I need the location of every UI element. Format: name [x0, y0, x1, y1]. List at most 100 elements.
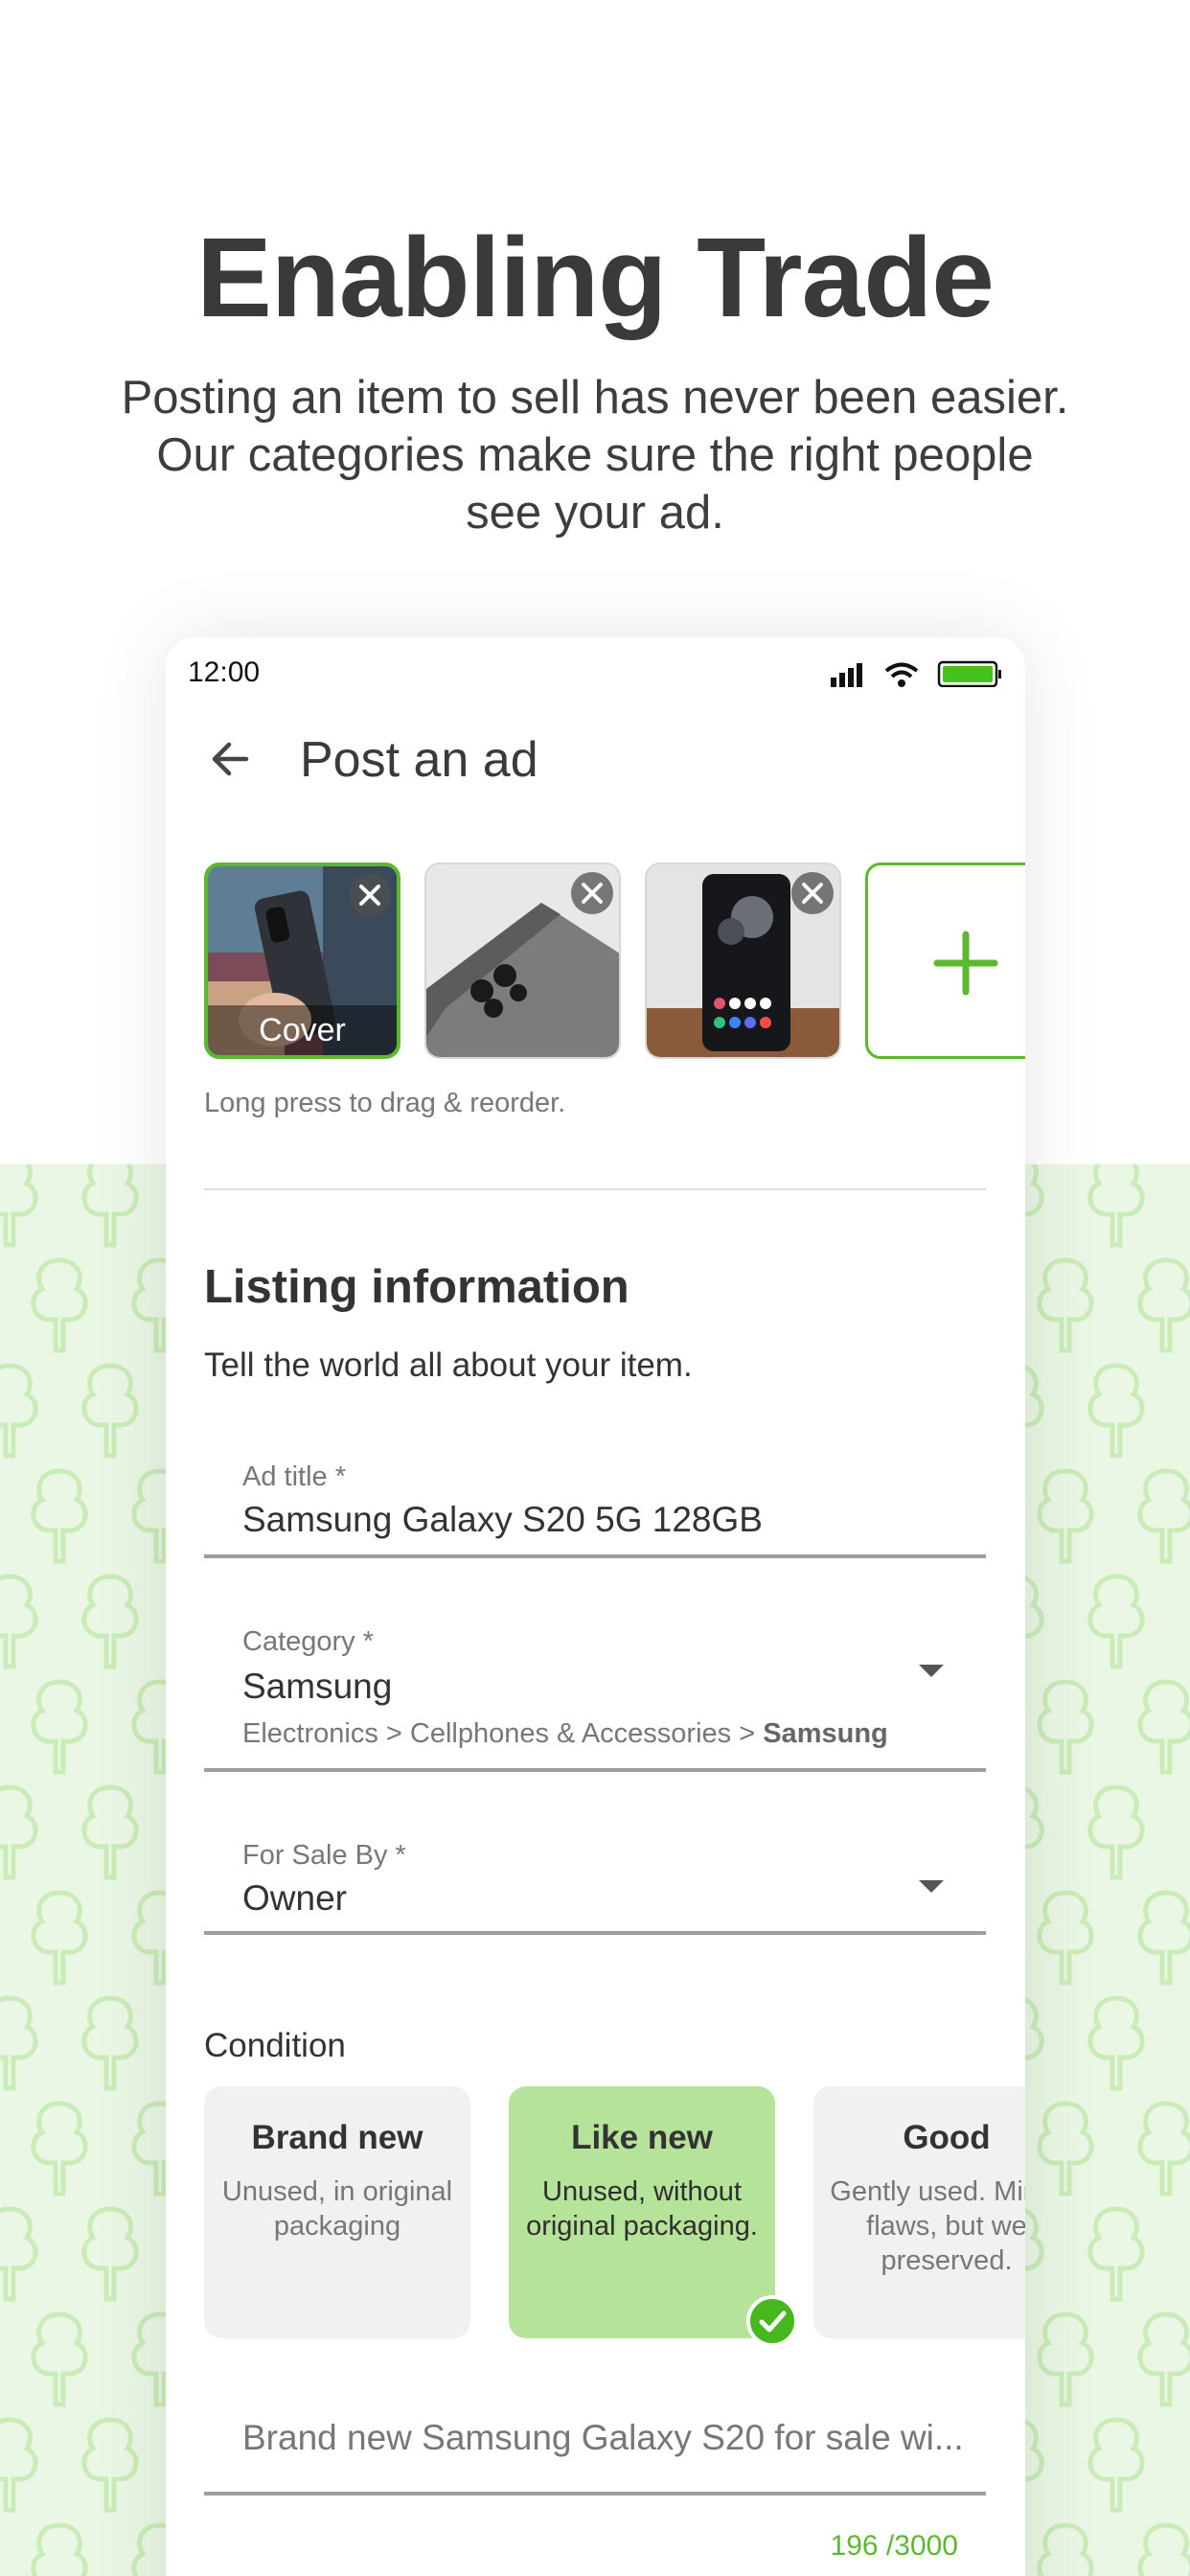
dropdown-arrow-icon — [919, 1880, 944, 1893]
status-icons — [831, 660, 1001, 687]
tree-pattern-icon — [1087, 1995, 1145, 2091]
tree-pattern-icon — [1087, 1574, 1145, 1669]
tree-pattern-icon — [1037, 2312, 1094, 2407]
tree-pattern-icon — [0, 1784, 38, 1880]
condition-option-good[interactable]: Good Gently used. Minor flaws, but we pr… — [813, 2086, 1025, 2338]
close-icon — [802, 883, 823, 904]
tree-pattern-icon — [81, 1363, 139, 1459]
tree-pattern-icon — [81, 2206, 139, 2302]
dropdown-arrow-icon — [919, 1665, 944, 1677]
remove-photo-button[interactable] — [349, 874, 391, 916]
tree-pattern-icon — [1137, 2101, 1190, 2196]
tree-pattern-icon — [1037, 2522, 1094, 2576]
category-label: Category * — [242, 1626, 375, 1657]
hero-subtitle-line: Posting an item to sell has never been e… — [121, 372, 1069, 424]
close-icon — [359, 885, 380, 906]
tree-pattern-icon — [31, 1890, 88, 1986]
back-arrow-icon[interactable] — [206, 735, 254, 783]
tree-pattern-icon — [0, 2206, 38, 2302]
field-underline — [204, 2492, 986, 2496]
tree-pattern-icon — [81, 1574, 139, 1669]
tree-pattern-icon — [31, 2522, 88, 2576]
page-title: Post an ad — [300, 732, 538, 788]
signal-icon — [831, 663, 862, 687]
tree-pattern-icon — [1087, 1784, 1145, 1880]
close-icon — [582, 883, 603, 904]
condition-desc: Unused, without original packaging. — [526, 2176, 758, 2242]
tree-pattern-icon — [0, 1574, 38, 1669]
tree-pattern-icon — [31, 1679, 88, 1775]
hero-title: Enabling Trade — [196, 215, 995, 341]
tree-pattern-icon — [1037, 1468, 1094, 1564]
category-breadcrumb: Electronics > Cellphones & Accessories >… — [242, 1718, 888, 1750]
tree-pattern-icon — [1037, 2101, 1094, 2196]
condition-option-brand-new[interactable]: Brand new Unused, in original packaging — [204, 2086, 470, 2338]
tree-pattern-icon — [31, 2101, 88, 2196]
tree-pattern-icon — [0, 1363, 38, 1459]
remove-photo-button[interactable] — [791, 872, 834, 914]
tree-pattern-icon — [1137, 1890, 1190, 1986]
field-underline — [204, 1768, 986, 1772]
hero-subtitle-line: see your ad. — [466, 487, 724, 539]
divider — [204, 1188, 986, 1190]
condition-title: Like new — [571, 2119, 713, 2156]
ad-title-value: Samsung Galaxy S20 5G 128GB — [242, 1500, 763, 1539]
field-underline — [204, 1554, 986, 1558]
selected-check-icon — [746, 2295, 798, 2347]
tree-pattern-icon — [0, 2417, 38, 2513]
tree-pattern-icon — [1137, 1468, 1190, 1564]
tree-pattern-icon — [1087, 1164, 1145, 1248]
for-sale-by-value: Owner — [242, 1878, 347, 1918]
ad-title-field[interactable]: Ad title * Samsung Galaxy S20 5G 128GB — [204, 1447, 986, 1576]
condition-title: Brand new — [251, 2119, 423, 2156]
description-input[interactable]: Brand new Samsung Galaxy S20 for sale wi… — [242, 2418, 964, 2458]
tree-pattern-icon — [31, 1468, 88, 1564]
tree-pattern-icon — [1137, 1679, 1190, 1775]
tree-pattern-icon — [1037, 1890, 1094, 1986]
section-subtitle: Tell the world all about your item. — [204, 1346, 693, 1384]
condition-label: Condition — [204, 2027, 346, 2064]
tree-pattern-icon — [1137, 2522, 1190, 2576]
tree-pattern-icon — [1087, 1363, 1145, 1459]
plus-icon — [933, 931, 998, 996]
tree-pattern-icon — [81, 1164, 139, 1248]
condition-title: Good — [903, 2119, 991, 2156]
condition-desc: Unused, in original packaging — [221, 2176, 453, 2242]
add-photo-button[interactable] — [865, 862, 1025, 1059]
for-sale-by-select[interactable]: For Sale By * Owner — [204, 1830, 986, 1965]
field-underline — [204, 1931, 986, 1935]
tree-pattern-icon — [31, 2312, 88, 2407]
photo-thumbnail[interactable] — [424, 862, 621, 1059]
tree-pattern-icon — [1137, 2312, 1190, 2407]
for-sale-by-label: For Sale By * — [242, 1840, 406, 1871]
status-time: 12:00 — [188, 656, 261, 688]
phone-screen: 12:00 Post an ad Cover Long press to dra… — [166, 637, 1025, 2576]
hero-subtitle: Posting an item to sell has never been e… — [96, 369, 1094, 541]
tree-pattern-icon — [81, 1784, 139, 1880]
tree-pattern-icon — [1037, 1257, 1094, 1353]
hero-subtitle-line: Our categories make sure the right peopl… — [156, 429, 1034, 481]
wifi-icon — [884, 662, 919, 687]
photo-reorder-hint: Long press to drag & reorder. — [204, 1088, 566, 1118]
category-value: Samsung — [242, 1667, 393, 1706]
photo-thumbnail-cover[interactable]: Cover — [204, 862, 400, 1059]
tree-pattern-icon — [1087, 2206, 1145, 2302]
tree-pattern-icon — [0, 1995, 38, 2091]
tree-pattern-icon — [1087, 2417, 1145, 2513]
character-counter: 196 /3000 — [830, 2530, 958, 2562]
ad-title-label: Ad title * — [242, 1461, 346, 1492]
condition-option-like-new[interactable]: Like new Unused, without original packag… — [509, 2086, 775, 2338]
category-breadcrumb-last: Samsung — [763, 1718, 888, 1749]
condition-desc: Gently used. Minor flaws, but we preserv… — [830, 2176, 1025, 2276]
cover-label: Cover — [208, 1005, 397, 1055]
tree-pattern-icon — [1037, 1679, 1094, 1775]
remove-photo-button[interactable] — [571, 872, 613, 914]
tree-pattern-icon — [31, 1257, 88, 1353]
tree-pattern-icon — [81, 1995, 139, 2091]
category-select[interactable]: Category * Samsung Electronics > Cellpho… — [204, 1615, 986, 1797]
tree-pattern-icon — [0, 1164, 38, 1248]
photo-thumbnail[interactable] — [645, 862, 841, 1059]
tree-pattern-icon — [81, 2417, 139, 2513]
section-title: Listing information — [204, 1261, 629, 1313]
tree-pattern-icon — [1137, 1257, 1190, 1353]
